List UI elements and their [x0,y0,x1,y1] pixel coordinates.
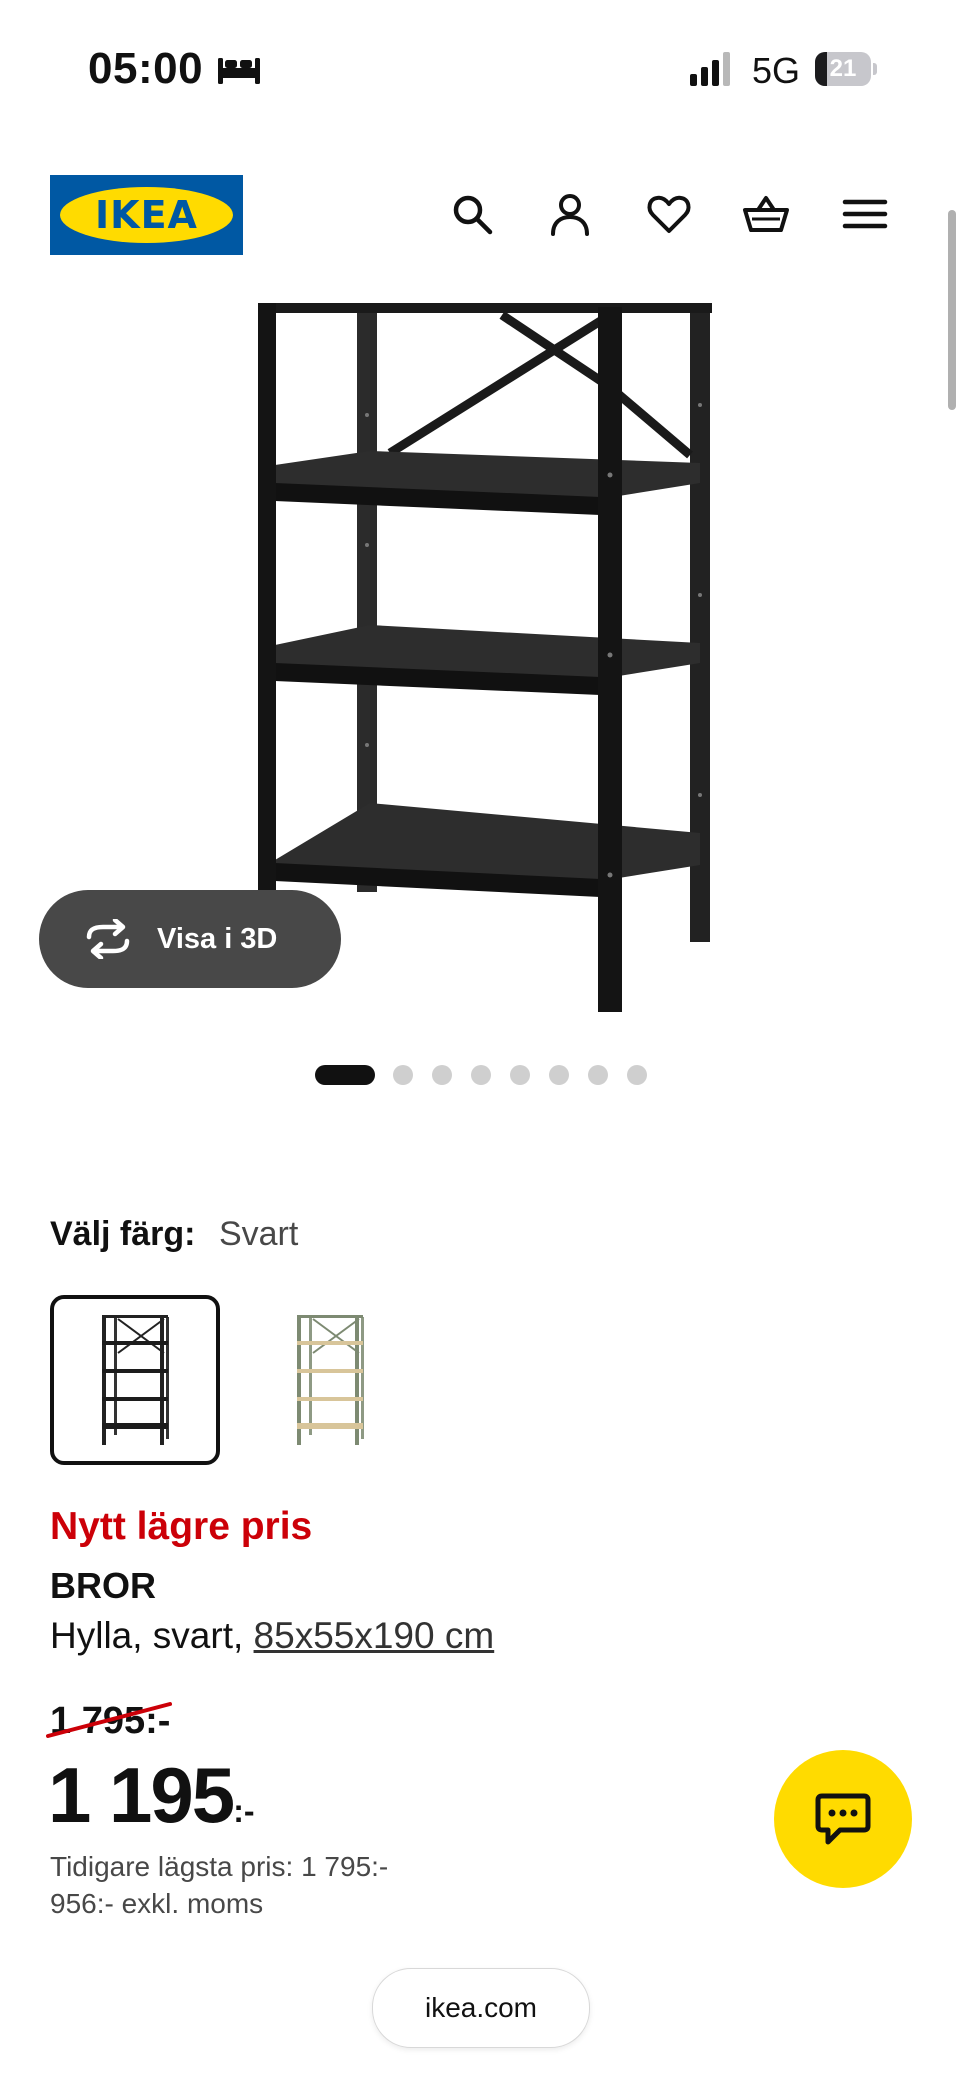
pagination-dot[interactable] [627,1065,647,1085]
menu-icon[interactable] [841,190,889,238]
chat-icon [815,1793,871,1845]
account-icon[interactable] [546,190,594,238]
heart-icon[interactable] [645,190,693,238]
current-price: 1 195:- [48,1750,255,1841]
page-scrollbar[interactable] [948,210,956,410]
green-shelf-thumbnail [297,1315,364,1445]
status-bar: 05:00 5G 21 [0,0,960,110]
color-swatch-black[interactable] [50,1295,220,1465]
view-in-3d-button[interactable]: Visa i 3D [39,890,341,988]
view-in-3d-label: Visa i 3D [157,922,278,955]
black-shelf-thumbnail [102,1315,169,1445]
pagination-dot[interactable] [510,1065,530,1085]
product-name: BROR [50,1565,156,1606]
chat-button[interactable] [774,1750,912,1888]
color-swatch-green[interactable] [245,1295,415,1465]
price-suffix: :- [233,1793,255,1829]
product-type: Hylla, svart, [50,1615,244,1656]
bed-icon [218,58,260,84]
price-excl-vat: 956:- exkl. moms [50,1888,264,1919]
promo-label: Nytt lägre pris [50,1505,313,1548]
logo-text: IKEA [95,193,198,237]
product-description: Hylla, svart, 85x55x190 cm [50,1615,494,1657]
pagination-dot[interactable] [549,1065,569,1085]
pagination-dot[interactable] [315,1065,375,1085]
browser-url-bar[interactable]: ikea.com [372,1968,590,2048]
basket-icon[interactable] [742,190,790,238]
network-type: 5G [752,50,801,91]
rotate-3d-icon [86,919,130,959]
pagination-dot[interactable] [471,1065,491,1085]
pagination-dot[interactable] [588,1065,608,1085]
image-pagination[interactable] [315,1064,666,1086]
ikea-logo[interactable]: IKEA [50,175,243,255]
battery-level: 21 [829,55,857,82]
color-value: Svart [218,1215,299,1253]
battery-icon: 21 [815,52,877,86]
price-strikethrough [46,1702,172,1738]
product-size-link[interactable]: 85x55x190 cm [254,1615,495,1656]
pagination-dot[interactable] [393,1065,413,1085]
color-label: Välj färg: [50,1215,196,1253]
search-icon[interactable] [448,190,496,238]
price-number: 1 195 [48,1751,235,1839]
signal-icon [690,52,730,86]
status-time: 05:00 [88,44,204,93]
pagination-dot[interactable] [432,1065,452,1085]
lowest-price-note: Tidigare lägsta pris: 1 795:- [50,1851,389,1882]
color-selector-heading: Välj färg: Svart [50,1215,298,1254]
